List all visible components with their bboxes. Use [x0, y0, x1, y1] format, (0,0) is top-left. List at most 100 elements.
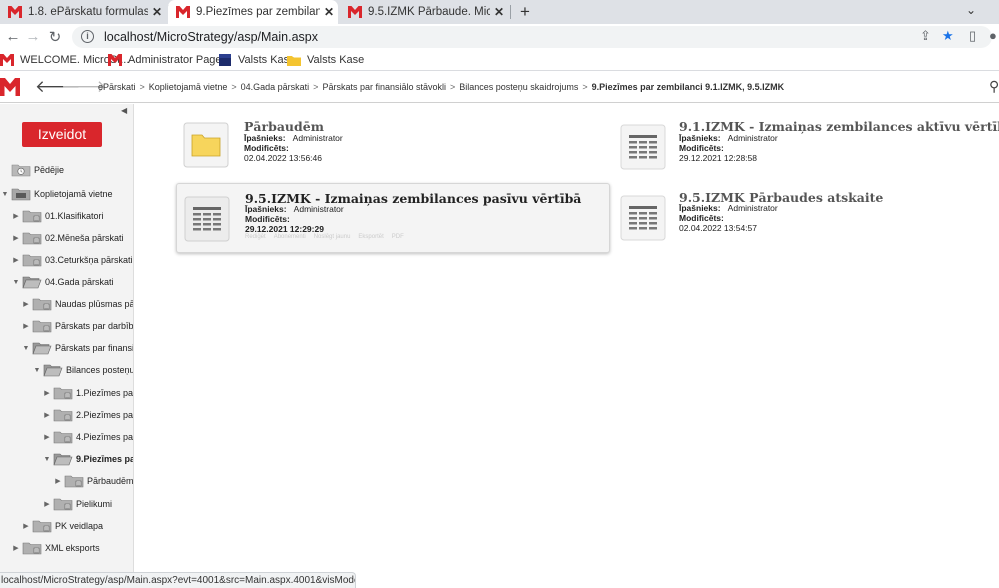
- back-icon[interactable]: ←: [4, 28, 22, 45]
- tile-name[interactable]: Pārbaudēm: [244, 119, 324, 134]
- breadcrumb-item[interactable]: 04.Gada pārskati: [241, 82, 310, 92]
- pdf-action[interactable]: PDF: [392, 234, 404, 240]
- owner-value: Administrator: [727, 133, 778, 143]
- tree-label: Bilances posteņu skaidrojums: [66, 365, 134, 375]
- share-icon[interactable]: ⇪: [920, 28, 931, 44]
- breadcrumb-item[interactable]: Bilances posteņu skaidrojums: [459, 82, 578, 92]
- tile-name[interactable]: 9.1.IZMK - Izmaiņas zembilances aktīvu v…: [679, 119, 999, 134]
- sidebar-item-folder[interactable]: ▶ Naudas plūsmas pārskats: [21, 295, 133, 313]
- report-tile[interactable]: 9.1.IZMK - Izmaiņas zembilances aktīvu v…: [612, 114, 999, 184]
- chevron-down-icon[interactable]: ⌄: [966, 3, 976, 17]
- reload-icon[interactable]: ↻: [46, 28, 64, 46]
- browser-toolbar: ← → ↻ i localhost/MicroStrategy/asp/Main…: [0, 24, 999, 50]
- tree-label: 9.Piezīmes par zembilanci: [76, 454, 133, 464]
- subscriptions-action[interactable]: Abonementi: [274, 234, 306, 240]
- new-tab-button[interactable]: +: [515, 2, 535, 22]
- url-text[interactable]: localhost/MicroStrategy/asp/Main.aspx: [104, 30, 318, 44]
- chevron-right-icon[interactable]: ▶: [11, 544, 21, 552]
- tree-label: Pielikumi: [76, 499, 113, 509]
- close-icon[interactable]: ✕: [148, 5, 166, 19]
- tree-label: 03.Ceturkšņa pārskati: [45, 255, 133, 265]
- report-tile[interactable]: 9.5.IZMK Pārbaudes atskaite Īpašnieks: A…: [612, 183, 992, 253]
- chevron-right-icon[interactable]: ▶: [42, 433, 52, 441]
- report-tile-selected[interactable]: 9.5.IZMK - Izmaiņas zembilances pasīvu v…: [176, 183, 610, 253]
- sidebar-item-folder[interactable]: ▶ XML eksports: [11, 539, 100, 557]
- breadcrumb-item[interactable]: Pārskats par finansiālo stāvokli: [322, 82, 446, 92]
- edit-action[interactable]: Rediģēt: [245, 234, 266, 240]
- export-action[interactable]: Eksportēt: [358, 234, 383, 240]
- chevron-right-icon[interactable]: ▶: [21, 522, 31, 530]
- folder-icon: [53, 409, 73, 422]
- tile-meta: Īpašnieks: Administrator Modificēts: 29.…: [679, 133, 778, 163]
- tree-label: PK veidlapa: [55, 521, 104, 531]
- folder-icon: [53, 498, 73, 511]
- close-icon[interactable]: ✕: [490, 5, 508, 19]
- tree-label: 01.Klasifikatori: [45, 211, 104, 221]
- chevron-down-icon[interactable]: ▼: [11, 279, 21, 286]
- sidebar-item-folder-selected[interactable]: ▼ 9.Piezīmes par zembilanci: [42, 450, 133, 468]
- chevron-right-icon[interactable]: ▶: [11, 234, 21, 242]
- status-bar-url: localhost/MicroStrategy/asp/Main.aspx?ev…: [0, 572, 356, 588]
- profile-icon[interactable]: ●: [989, 28, 997, 43]
- sidebar-item-folder[interactable]: ▶ 4.Piezīmes par uzkrājumiem: [42, 428, 133, 446]
- chevron-right-icon[interactable]: ▶: [21, 300, 31, 308]
- sidebar-item-folder[interactable]: ▶ 02.Mēneša pārskati: [11, 229, 124, 247]
- microstrategy-icon: [348, 6, 362, 18]
- microstrategy-logo-icon[interactable]: [0, 78, 20, 96]
- owner-label: Īpašnieks:: [244, 133, 286, 143]
- collapse-sidebar-icon[interactable]: ◀: [121, 106, 127, 115]
- chevron-right-icon[interactable]: ▶: [53, 477, 63, 485]
- browser-tab[interactable]: 9.5.IZMK Pārbaude. MicroStrategy ✕: [340, 0, 508, 24]
- browser-tab-active[interactable]: 9.Piezīmes par zembilanci 9.1.IZMK ✕: [168, 0, 338, 24]
- chevron-down-icon[interactable]: ▼: [42, 456, 52, 463]
- sidebar-item-folder[interactable]: ▶ 01.Klasifikatori: [11, 207, 104, 225]
- search-icon[interactable]: ⚲: [989, 78, 999, 95]
- modified-label: Modificēts:: [679, 143, 724, 153]
- browser-tab-strip: 1.8. ePārskatu formulas. MicroStrategy ✕…: [0, 0, 999, 24]
- chevron-right-icon[interactable]: ▶: [42, 500, 52, 508]
- folder-tile[interactable]: Pārbaudēm Īpašnieks: Administrator Modif…: [177, 114, 477, 184]
- breadcrumb-item[interactable]: Koplietojamā vietne: [149, 82, 228, 92]
- address-bar[interactable]: i localhost/MicroStrategy/asp/Main.aspx: [72, 26, 992, 48]
- tree-label: 02.Mēneša pārskati: [45, 233, 124, 243]
- sidebar-item-folder[interactable]: ▶ Pārskats par darbības finansiālajiem: [21, 317, 133, 335]
- bookmark-star-icon[interactable]: ★: [942, 28, 954, 44]
- microstrategy-icon: [108, 54, 122, 66]
- sidebar-item-shared[interactable]: ▼ Koplietojamā vietne: [0, 185, 113, 203]
- create-button[interactable]: Izveidot: [22, 122, 102, 147]
- bookmark-item[interactable]: Administrator Page...: [108, 52, 231, 68]
- sidebar-item-recent[interactable]: Pēdējie: [0, 161, 64, 179]
- chevron-right-icon[interactable]: ▶: [11, 212, 21, 220]
- modified-value: 29.12.2021 12:29:29: [245, 224, 324, 234]
- breadcrumb-item[interactable]: ePārskati: [98, 82, 136, 92]
- side-panel-icon[interactable]: ▯: [969, 28, 976, 44]
- chevron-right-icon[interactable]: ▶: [42, 411, 52, 419]
- run-new-action[interactable]: Noslēgt jaunu: [314, 234, 351, 240]
- bookmark-item[interactable]: Valsts Kase: [218, 52, 295, 68]
- sidebar-item-folder-open[interactable]: ▼ 04.Gada pārskati: [11, 273, 114, 291]
- modified-label: Modificēts:: [244, 143, 289, 153]
- sidebar-item-folder-open[interactable]: ▼ Bilances posteņu skaidrojums: [32, 361, 134, 379]
- bookmark-item[interactable]: Valsts Kase: [287, 52, 364, 68]
- sidebar-item-folder[interactable]: ▶ 03.Ceturkšņa pārskati: [11, 251, 133, 269]
- folder-icon: [64, 475, 84, 488]
- chevron-down-icon[interactable]: ▼: [21, 345, 31, 352]
- chevron-right-icon[interactable]: ▶: [21, 322, 31, 330]
- close-icon[interactable]: ✕: [320, 5, 338, 19]
- sidebar-item-folder[interactable]: ▶ 1.Piezīmes par ilgtermiņa: [42, 384, 133, 402]
- sidebar-item-folder[interactable]: ▶ PK veidlapa: [21, 517, 103, 535]
- browser-tab[interactable]: 1.8. ePārskatu formulas. MicroStrategy ✕: [0, 0, 166, 24]
- chevron-right-icon[interactable]: ▶: [11, 256, 21, 264]
- sidebar-item-folder[interactable]: ▶ 2.Piezīmes par apgrozāmajiem: [42, 406, 133, 424]
- tree-label: Pēdējie: [34, 165, 65, 175]
- tab-title: 9.5.IZMK Pārbaude. MicroStrategy: [368, 6, 490, 18]
- sidebar-item-folder-open[interactable]: ▼ Pārskats par finansiālo stāvokli: [21, 339, 133, 357]
- sidebar-item-folder[interactable]: ▶ Pārbaudēm: [53, 472, 133, 490]
- chevron-down-icon[interactable]: ▼: [0, 191, 10, 198]
- info-icon[interactable]: i: [81, 30, 94, 43]
- chevron-right-icon[interactable]: ▶: [42, 389, 52, 397]
- forward-icon[interactable]: →: [24, 28, 42, 45]
- report-icon: [184, 196, 230, 242]
- sidebar-item-folder[interactable]: ▶ Pielikumi: [42, 495, 112, 513]
- chevron-down-icon[interactable]: ▼: [32, 367, 42, 374]
